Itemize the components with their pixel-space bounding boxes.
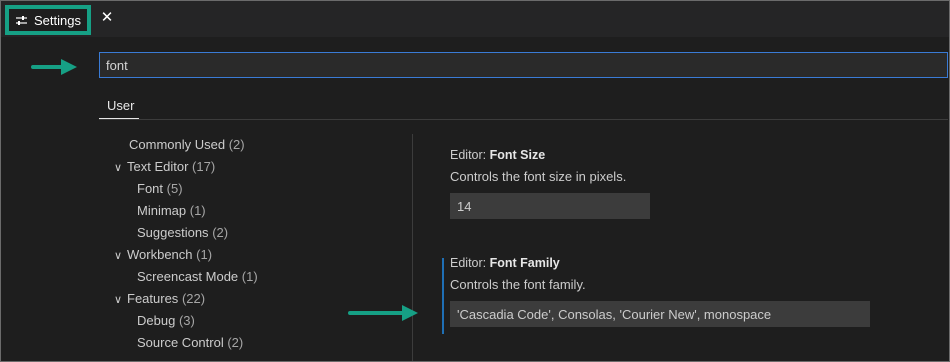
chevron-down-icon[interactable]: ∨ bbox=[111, 245, 125, 267]
toc-item-label: Suggestions bbox=[137, 225, 209, 240]
toc-item-label: Features bbox=[127, 291, 179, 306]
toc-item-count: (1) bbox=[241, 269, 258, 284]
setting-font-family: Editor: Font Family Controls the font fa… bbox=[450, 256, 870, 327]
settings-sliders-icon bbox=[15, 14, 28, 27]
toc-item[interactable]: Debug (3) bbox=[137, 310, 195, 332]
toc-item-label: Text Editor bbox=[127, 159, 189, 174]
annotation-arrow-search bbox=[31, 59, 77, 75]
close-icon[interactable]: ✕ bbox=[99, 10, 115, 26]
toc-item-label: Workbench bbox=[127, 247, 193, 262]
annotation-arrow-font-family bbox=[348, 305, 418, 321]
toc-item-label: Minimap bbox=[137, 203, 187, 218]
setting-description: Controls the font family. bbox=[450, 277, 586, 292]
toc-item-label: Source Control bbox=[137, 335, 224, 350]
settings-editor: User Commonly Used (2)∨Text Editor (17)F… bbox=[1, 37, 949, 361]
tab-settings[interactable]: Settings bbox=[5, 5, 91, 35]
toc-item-count: (1) bbox=[196, 247, 213, 262]
toc-item[interactable]: Commonly Used (2) bbox=[129, 134, 245, 156]
toc-item[interactable]: ∨ Workbench (1) bbox=[111, 244, 212, 266]
tab-title: Settings bbox=[34, 12, 81, 28]
setting-title: Editor: Font Size bbox=[450, 148, 650, 162]
tab-bar: Settings ✕ bbox=[1, 1, 949, 37]
chevron-down-icon[interactable]: ∨ bbox=[111, 157, 125, 179]
toc-item[interactable]: ∨ Text Editor (17) bbox=[111, 156, 215, 178]
setting-name: Font Size bbox=[489, 148, 546, 162]
toc-item[interactable]: Font (5) bbox=[137, 178, 183, 200]
toc-item[interactable]: Suggestions (2) bbox=[137, 222, 228, 244]
toc-item-label: Commonly Used bbox=[129, 137, 226, 152]
scope-label: User bbox=[107, 98, 135, 113]
chevron-down-icon[interactable]: ∨ bbox=[111, 289, 125, 311]
scope-divider bbox=[99, 119, 948, 120]
toc-item[interactable]: Source Control (2) bbox=[137, 332, 243, 354]
font-size-input[interactable] bbox=[450, 193, 650, 219]
toc-item-count: (1) bbox=[189, 203, 206, 218]
toc-item-count: (2) bbox=[212, 225, 229, 240]
search-input[interactable] bbox=[99, 52, 948, 78]
setting-category: Editor: bbox=[450, 256, 490, 270]
toc-item[interactable]: ∨ Features (22) bbox=[111, 288, 205, 310]
toc-item-label: Font bbox=[137, 181, 164, 196]
toc-item-count: (2) bbox=[227, 335, 244, 350]
setting-font-size: Editor: Font Size Controls the font size… bbox=[450, 148, 650, 219]
toc-item[interactable]: Minimap (1) bbox=[137, 200, 206, 222]
toc-item[interactable]: Screencast Mode (1) bbox=[137, 266, 258, 288]
toc-item-count: (2) bbox=[228, 137, 245, 152]
toc-item-label: Screencast Mode bbox=[137, 269, 239, 284]
toc-item-count: (22) bbox=[181, 291, 206, 306]
toc-item-count: (3) bbox=[178, 313, 195, 328]
setting-description: Controls the font size in pixels. bbox=[450, 169, 627, 184]
toc-item-count: (5) bbox=[166, 181, 183, 196]
font-family-input[interactable] bbox=[450, 301, 870, 327]
toc-item-count: (17) bbox=[192, 159, 216, 174]
toc-divider bbox=[412, 134, 413, 361]
setting-name: Font Family bbox=[489, 256, 560, 270]
tab-user-scope[interactable]: User bbox=[99, 95, 139, 119]
toc-item-label: Debug bbox=[137, 313, 176, 328]
focused-setting-indicator bbox=[442, 258, 444, 334]
setting-category: Editor: bbox=[450, 148, 490, 162]
setting-title: Editor: Font Family bbox=[450, 256, 870, 270]
